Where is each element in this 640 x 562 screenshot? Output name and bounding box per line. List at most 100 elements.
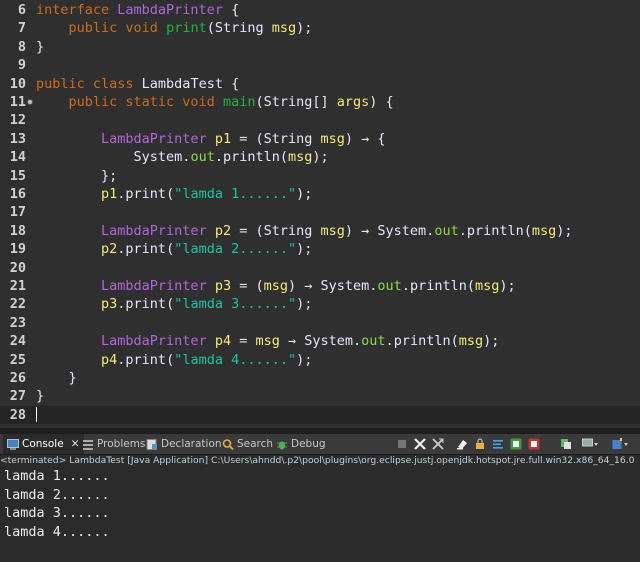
tab-debug[interactable]: Debug	[276, 434, 326, 454]
code-line[interactable]: 18 LambdaPrinter p2 = (String msg) → Sys…	[0, 222, 640, 240]
line-number: 10	[9, 75, 26, 92]
code-token: "lamda 1......"	[174, 186, 297, 202]
tab-problems[interactable]: Problems	[82, 434, 145, 454]
code-token: LambdaPrinter	[101, 278, 207, 294]
code-token: print	[166, 20, 207, 37]
code-token: p4	[214, 333, 232, 350]
line-number: 26	[9, 370, 26, 386]
code-token: .print(	[117, 296, 175, 313]
line-number: 14	[9, 149, 26, 166]
code-line[interactable]: 22 p3.print("lamda 3......");	[0, 295, 640, 313]
code-line[interactable]: 9	[0, 56, 640, 74]
display-console-icon[interactable]	[582, 438, 598, 450]
code-token: };	[36, 167, 118, 184]
code-token: msg	[320, 130, 345, 147]
code-token: out	[377, 278, 402, 294]
code-token: ) → System.	[288, 278, 378, 294]
code-line[interactable]: 7 public void print(String msg);	[0, 19, 640, 37]
line-number: 8	[17, 38, 26, 55]
code-editor[interactable]: 6 interface LambdaPrinter {7 public void …	[0, 0, 640, 431]
code-line[interactable]: 17	[0, 203, 640, 221]
code-line[interactable]: 19 p2.print("lamda 2......");	[0, 240, 640, 258]
terminate-button[interactable]	[396, 438, 408, 450]
code-line[interactable]: 8}	[0, 38, 640, 56]
word-wrap-icon[interactable]	[492, 438, 504, 450]
code-line[interactable]: 27}	[0, 387, 640, 405]
line-number: 9	[17, 57, 26, 74]
code-line[interactable]: 24 LambdaPrinter p4 = msg → System.out.p…	[0, 332, 640, 350]
code-token: ) → System.	[344, 222, 435, 239]
line-number: 7	[17, 20, 26, 37]
show-stdout-icon[interactable]	[510, 438, 522, 450]
remove-all-terminated-button[interactable]	[432, 438, 444, 450]
tab-declaration[interactable]: Declaration	[146, 434, 222, 454]
code-line[interactable]: 16 p1.print("lamda 1......");	[0, 185, 640, 203]
open-console-icon[interactable]	[612, 438, 628, 450]
code-token: );	[499, 278, 516, 294]
code-token: out	[190, 149, 215, 166]
code-token: );	[296, 20, 313, 37]
pin-console-icon[interactable]	[560, 438, 572, 450]
code-line[interactable]: 6 interface LambdaPrinter {	[0, 1, 640, 19]
code-token: msg	[263, 278, 289, 294]
close-icon[interactable]: ✕	[71, 434, 80, 454]
tab-search[interactable]: Search	[222, 434, 273, 454]
code-text: LambdaPrinter p4 = msg → System.out.prin…	[36, 332, 499, 350]
console-output[interactable]: lamda 1...... lamda 2...... lamda 3...... l…	[0, 467, 640, 562]
code-line[interactable]: 26 }	[0, 369, 640, 387]
console-line: lamda 2......	[4, 486, 110, 503]
code-token: );	[296, 351, 313, 368]
code-token: }	[36, 370, 77, 386]
remove-launch-button[interactable]	[414, 438, 426, 450]
code-token: LambdaTest {	[141, 75, 240, 92]
code-token: public void	[68, 20, 167, 37]
line-number: 22	[9, 296, 26, 313]
code-token: .println(	[385, 333, 459, 350]
code-token: {	[222, 2, 240, 18]
code-line[interactable]: 13 LambdaPrinter p1 = (String msg) → {	[0, 130, 640, 148]
code-line[interactable]: 12	[0, 111, 640, 129]
line-number: 24	[9, 333, 26, 350]
code-text: LambdaPrinter p2 = (String msg) → System…	[36, 222, 572, 240]
code-text: p3.print("lamda 3......");	[36, 295, 312, 313]
code-token: p2	[214, 222, 232, 239]
code-token: );	[296, 241, 313, 258]
code-token: );	[483, 333, 500, 350]
code-token: p1	[214, 130, 232, 147]
scroll-lock-icon[interactable]	[474, 438, 486, 450]
code-token: (String	[206, 20, 272, 37]
code-token: =	[231, 333, 256, 350]
code-line[interactable]: 23	[0, 314, 640, 332]
code-line[interactable]: 11 public static void main(String[] args…	[0, 93, 640, 111]
code-line[interactable]: 10 public class LambdaTest {	[0, 75, 640, 93]
code-token: "lamda 3......"	[174, 296, 297, 313]
code-line[interactable]: 25 p4.print("lamda 4......");	[0, 351, 640, 369]
tab-console[interactable]: Console ✕	[3, 434, 84, 454]
code-token: msg	[474, 278, 500, 294]
show-stderr-icon[interactable]	[528, 438, 540, 450]
code-token: .print(	[117, 186, 175, 202]
code-token: out	[361, 333, 386, 350]
code-line[interactable]: 15 };	[0, 167, 640, 185]
fold-toggle-icon[interactable]	[27, 99, 33, 105]
code-token: "lamda 2......"	[174, 241, 297, 258]
code-line[interactable]: 21 LambdaPrinter p3 = (msg) → System.out…	[0, 277, 640, 295]
code-text: }	[36, 38, 44, 56]
code-token: out	[434, 222, 459, 239]
code-token: public class	[36, 75, 142, 92]
code-token: .print(	[117, 351, 175, 368]
code-line[interactable]: 14 System.out.println(msg);	[0, 148, 640, 166]
code-line[interactable]: 20	[0, 259, 640, 277]
code-token: msg	[287, 149, 313, 166]
code-text: };	[36, 167, 117, 185]
line-number: 27	[9, 388, 26, 405]
code-token: System.	[36, 149, 191, 166]
problems-icon	[83, 439, 93, 450]
code-line[interactable]: 28	[0, 405, 640, 425]
clear-console-icon[interactable]	[456, 438, 468, 450]
